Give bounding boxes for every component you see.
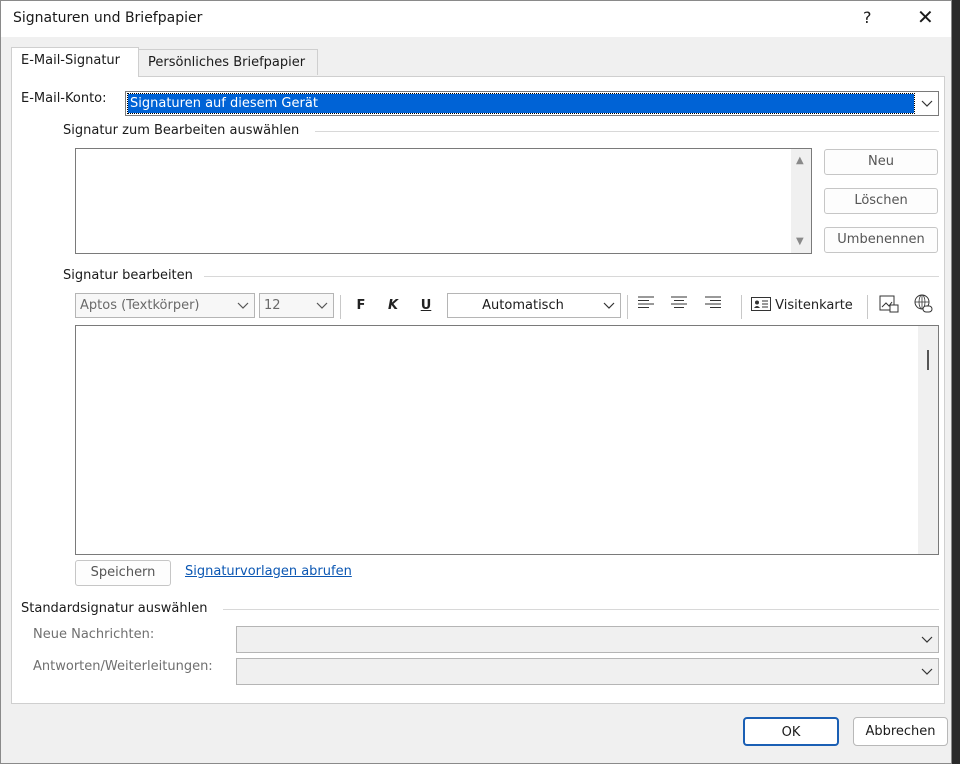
chevron-down-icon[interactable] — [916, 627, 938, 652]
align-right-icon[interactable] — [702, 294, 724, 318]
italic-button[interactable]: K — [384, 294, 402, 318]
bold-button[interactable]: F — [352, 294, 370, 318]
toolbar-separator — [627, 295, 628, 319]
chevron-down-icon[interactable] — [598, 294, 620, 317]
business-card-label: Visitenkarte — [775, 298, 853, 313]
toolbar-separator — [741, 295, 742, 319]
size-value: 12 — [264, 298, 281, 313]
tab-label: Persönliches Briefpapier — [148, 55, 306, 70]
list-scrollbar[interactable]: ▲ ▼ — [791, 149, 811, 253]
business-card-icon — [751, 297, 771, 311]
close-button[interactable]: ✕ — [917, 5, 934, 29]
ok-button[interactable]: OK — [743, 717, 839, 746]
default-signature-heading: Standardsignatur auswählen — [21, 601, 208, 616]
business-card-button[interactable]: Visitenkarte — [751, 294, 859, 318]
chevron-down-icon[interactable] — [916, 659, 938, 684]
rename-button[interactable]: Umbenennen — [824, 227, 938, 253]
title-bar: Signaturen und Briefpapier ? ✕ — [1, 1, 951, 37]
delete-button[interactable]: Löschen — [824, 188, 938, 214]
editor-scrollbar[interactable] — [918, 326, 938, 554]
chevron-down-icon[interactable] — [232, 294, 254, 317]
account-label: E-Mail-Konto: — [21, 91, 107, 106]
toolbar-separator — [340, 295, 341, 319]
font-color-select[interactable]: Automatisch — [447, 293, 621, 318]
new-messages-select[interactable] — [236, 626, 939, 653]
signature-list[interactable]: ▲ ▼ — [75, 148, 812, 254]
replies-forwards-label: Antworten/Weiterleitungen: — [33, 659, 213, 674]
chevron-down-icon[interactable] — [916, 92, 938, 115]
divider — [223, 609, 939, 610]
replies-forwards-select[interactable] — [236, 658, 939, 685]
account-selected-value: Signaturen auf diesem Gerät — [127, 93, 915, 114]
divider — [315, 131, 939, 132]
font-value: Aptos (Textkörper) — [80, 298, 200, 313]
align-center-icon[interactable] — [668, 294, 690, 318]
size-select[interactable]: 12 — [259, 293, 334, 318]
scroll-up-icon[interactable]: ▲ — [796, 155, 804, 166]
signature-editor[interactable] — [75, 325, 939, 555]
dialog-window: Signaturen und Briefpapier ? ✕ E-Mail-Si… — [0, 0, 952, 764]
chevron-down-icon[interactable] — [311, 294, 333, 317]
align-left-icon[interactable] — [635, 294, 657, 318]
cancel-button[interactable]: Abbrechen — [853, 717, 948, 746]
divider — [204, 276, 939, 277]
help-button[interactable]: ? — [863, 8, 872, 27]
tab-label: E-Mail-Signatur — [21, 53, 121, 68]
tab-personal-stationery[interactable]: Persönliches Briefpapier — [138, 49, 318, 75]
new-button[interactable]: Neu — [824, 149, 938, 175]
scrollbar-thumb[interactable] — [927, 350, 929, 370]
insert-link-icon[interactable] — [911, 294, 935, 318]
window-title: Signaturen und Briefpapier — [13, 10, 203, 26]
insert-picture-icon[interactable] — [877, 294, 901, 318]
account-select[interactable]: Signaturen auf diesem Gerät — [125, 91, 939, 116]
save-button[interactable]: Speichern — [75, 560, 171, 586]
tab-email-signature[interactable]: E-Mail-Signatur — [11, 47, 139, 77]
underline-button[interactable]: U — [417, 294, 435, 318]
toolbar-separator — [867, 295, 868, 319]
font-color-value: Automatisch — [482, 298, 564, 313]
get-templates-link[interactable]: Signaturvorlagen abrufen — [185, 564, 352, 579]
select-signature-heading: Signatur zum Bearbeiten auswählen — [63, 123, 300, 138]
edit-signature-heading: Signatur bearbeiten — [63, 268, 193, 283]
font-select[interactable]: Aptos (Textkörper) — [75, 293, 255, 318]
scroll-down-icon[interactable]: ▼ — [796, 236, 804, 247]
new-messages-label: Neue Nachrichten: — [33, 627, 155, 642]
